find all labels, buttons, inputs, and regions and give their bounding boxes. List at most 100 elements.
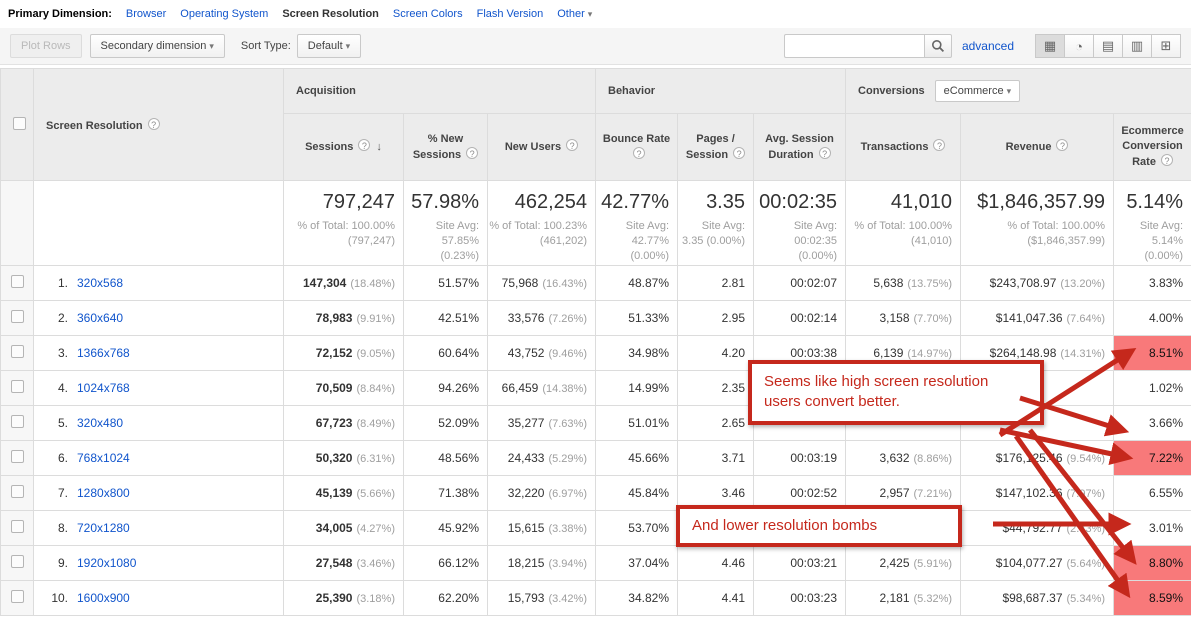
dimension-browser[interactable]: Browser <box>126 8 166 20</box>
dimension-other[interactable]: Other▾ <box>557 8 592 20</box>
row-checkbox[interactable] <box>11 520 24 533</box>
select-all-checkbox[interactable] <box>13 117 26 130</box>
table-view-icon[interactable]: ▦ <box>1035 34 1065 58</box>
search-icon <box>931 39 945 53</box>
row-checkbox[interactable] <box>11 450 24 463</box>
resolution-link[interactable]: 720x1280 <box>77 521 130 535</box>
new-sessions-cell: 45.92% <box>404 511 488 546</box>
row-checkbox[interactable] <box>11 380 24 393</box>
dimension-screen-resolution[interactable]: Screen Resolution <box>282 8 379 20</box>
performance-view-icon[interactable]: ▤ <box>1093 34 1123 58</box>
plot-rows-button[interactable]: Plot Rows <box>10 34 82 58</box>
totals-row: 797,247% of Total: 100.00% (797,247) 57.… <box>1 181 1191 266</box>
col-header-ecommerce-conversion-rate[interactable]: Ecommerce Conversion Rate? <box>1114 114 1191 181</box>
select-all-checkbox-cell <box>1 69 34 181</box>
resolution-link[interactable]: 320x480 <box>77 416 123 430</box>
dimension-other-label: Other <box>557 8 585 20</box>
secondary-dimension-button[interactable]: Secondary dimension▾ <box>90 34 225 58</box>
ecommerce-selector[interactable]: eCommerce▾ <box>935 80 1020 102</box>
resolution-link[interactable]: 320x568 <box>77 276 123 290</box>
row-number: 2. <box>46 311 68 325</box>
search-button[interactable] <box>924 34 952 58</box>
new-users-cell: 15,615(3.38%) <box>488 511 596 546</box>
row-checkbox[interactable] <box>11 590 24 603</box>
help-icon[interactable]: ? <box>819 147 831 159</box>
help-icon[interactable]: ? <box>933 139 945 151</box>
resolution-link[interactable]: 1366x768 <box>77 346 130 360</box>
resolution-cell: 6. 768x1024 <box>34 441 284 476</box>
pages-session-cell: 4.46 <box>678 546 754 581</box>
bounce-rate-cell: 37.04% <box>596 546 678 581</box>
help-icon[interactable]: ? <box>358 139 370 151</box>
percentage-view-icon[interactable]: ◔ <box>1064 34 1094 58</box>
help-icon[interactable]: ? <box>466 147 478 159</box>
dimension-column-header[interactable]: Screen Resolution? <box>34 69 284 181</box>
col-header-pages-session[interactable]: Pages / Session? <box>678 114 754 181</box>
sessions-cell: 72,152(9.05%) <box>284 336 404 371</box>
resolution-link[interactable]: 1920x1080 <box>77 556 136 570</box>
row-checkbox[interactable] <box>11 345 24 358</box>
new-users-cell: 43,752(9.46%) <box>488 336 596 371</box>
dimension-screen-colors[interactable]: Screen Colors <box>393 8 463 20</box>
resolution-cell: 8.720x1280 <box>34 511 284 546</box>
advanced-search-link[interactable]: advanced <box>962 39 1014 53</box>
col-header-transactions[interactable]: Transactions? <box>846 114 961 181</box>
conversion-rate-cell: 3.66% <box>1114 406 1191 441</box>
dimension-flash-version[interactable]: Flash Version <box>477 8 544 20</box>
pages-session-cell: 2.65 <box>678 406 754 441</box>
bounce-rate-cell: 34.98% <box>596 336 678 371</box>
col-header-avg-session-duration[interactable]: Avg. Session Duration? <box>754 114 846 181</box>
transactions-cell: 3,158(7.70%) <box>846 301 961 336</box>
sessions-cell: 70,509(8.84%) <box>284 371 404 406</box>
bounce-rate-cell: 51.01% <box>596 406 678 441</box>
pivot-view-icon[interactable]: ⊞ <box>1151 34 1181 58</box>
col-header-sessions[interactable]: Sessions?↓ <box>284 114 404 181</box>
row-number: 1. <box>46 276 68 290</box>
col-header-bounce-rate[interactable]: Bounce Rate? <box>596 114 678 181</box>
bounce-rate-cell: 34.82% <box>596 581 678 616</box>
col-header-revenue[interactable]: Revenue? <box>961 114 1114 181</box>
help-icon[interactable]: ? <box>633 147 645 159</box>
resolution-link[interactable]: 1024x768 <box>77 381 130 395</box>
col-header-new-users[interactable]: New Users? <box>488 114 596 181</box>
row-checkbox-cell <box>1 406 34 441</box>
chevron-down-icon: ▾ <box>588 9 593 19</box>
resolution-link[interactable]: 1280x800 <box>77 486 130 500</box>
sort-type-value: Default <box>308 40 343 52</box>
conversion-rate-cell: 8.51% <box>1114 336 1191 371</box>
ecommerce-selector-value: eCommerce <box>944 85 1004 97</box>
resolution-link[interactable]: 360x640 <box>77 311 123 325</box>
new-sessions-cell: 42.51% <box>404 301 488 336</box>
row-number: 7. <box>46 486 68 500</box>
help-icon[interactable]: ? <box>148 118 160 130</box>
col-header-new-sessions[interactable]: % New Sessions? <box>404 114 488 181</box>
resolution-link[interactable]: 768x1024 <box>77 451 130 465</box>
help-icon[interactable]: ? <box>733 147 745 159</box>
sessions-cell: 78,983(9.91%) <box>284 301 404 336</box>
row-checkbox[interactable] <box>11 555 24 568</box>
dimension-operating-system[interactable]: Operating System <box>180 8 268 20</box>
pages-session-cell: 4.20 <box>678 336 754 371</box>
bounce-rate-cell: 14.99% <box>596 371 678 406</box>
sessions-cell: 147,304(18.48%) <box>284 266 404 301</box>
row-checkbox-cell <box>1 371 34 406</box>
row-checkbox[interactable] <box>11 415 24 428</box>
sessions-cell: 45,139(5.66%) <box>284 476 404 511</box>
row-checkbox[interactable] <box>11 275 24 288</box>
comparison-view-icon[interactable]: ▥ <box>1122 34 1152 58</box>
help-icon[interactable]: ? <box>1161 154 1173 166</box>
resolution-cell: 9.1920x1080 <box>34 546 284 581</box>
help-icon[interactable]: ? <box>1056 139 1068 151</box>
row-number: 6. <box>46 451 68 465</box>
revenue-cell: $147,102.36(7.97%) <box>961 476 1114 511</box>
total-new-users: 462,254% of Total: 100.23% (461,202) <box>488 181 596 266</box>
row-checkbox-cell <box>1 581 34 616</box>
help-icon[interactable]: ? <box>566 139 578 151</box>
revenue-cell: $176,125.46(9.54%) <box>961 441 1114 476</box>
sort-type-button[interactable]: Default▾ <box>297 34 361 58</box>
row-checkbox[interactable] <box>11 310 24 323</box>
row-checkbox[interactable] <box>11 485 24 498</box>
resolution-link[interactable]: 1600x900 <box>77 591 130 605</box>
search-input[interactable] <box>784 34 924 58</box>
total-sessions: 797,247% of Total: 100.00% (797,247) <box>284 181 404 266</box>
